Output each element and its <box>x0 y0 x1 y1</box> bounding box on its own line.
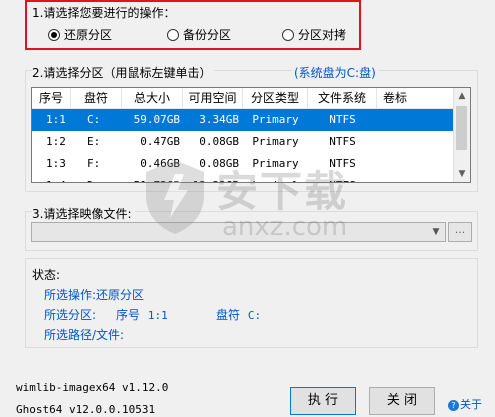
cell-total: 0.47GB <box>140 135 180 148</box>
step3-title: 3.请选择映像文件: <box>32 205 135 222</box>
cell-drive: E: <box>87 135 101 148</box>
cell-fs: NTFS <box>329 113 356 126</box>
status-path-label: 所选路径/文件: <box>44 328 125 342</box>
cell-type: Primary <box>252 135 299 148</box>
help-icon: ? <box>448 400 459 411</box>
status-drive-label: 盘符 <box>216 308 241 322</box>
step1-title: 1.请选择您要进行的操作： <box>32 6 176 20</box>
scroll-thumb[interactable] <box>456 106 467 150</box>
cell-type: Primary <box>252 157 299 170</box>
status-drive-value: C: <box>247 309 262 322</box>
status-index: 序号 1:1 <box>116 306 168 323</box>
table-vertical-scrollbar[interactable]: ▲ ▼ <box>453 88 470 182</box>
about-link-label: 关于 <box>460 398 482 411</box>
cell-type: Primary <box>252 113 299 126</box>
status-operation-value: 还原分区 <box>96 288 145 302</box>
status-index-value: 1:1 <box>147 309 168 322</box>
cell-total: 51.72GB <box>122 175 180 182</box>
status-title: 状态: <box>32 268 61 282</box>
column-header-total-size[interactable]: 总大小 <box>122 88 183 108</box>
scroll-up-arrow-icon[interactable]: ▲ <box>454 88 470 104</box>
browse-button[interactable]: ... <box>448 222 472 242</box>
table-header: 序号 盘符 总大小 可用空间 分区类型 文件系统 卷标 <box>32 88 456 109</box>
status-index-label: 序号 <box>116 308 141 322</box>
status-partition-label: 所选分区: <box>44 308 97 322</box>
cell-drive: F: <box>87 157 101 170</box>
cell-total: 0.46GB <box>140 157 180 170</box>
radio-label: 分区对拷 <box>298 28 347 42</box>
column-header-drive[interactable]: 盘符 <box>71 88 122 108</box>
radio-partition-copy[interactable]: 分区对拷 <box>282 26 346 43</box>
column-header-index[interactable]: 序号 <box>32 88 71 108</box>
step2-title: 2.请选择分区（用鼠标左键单击） <box>32 64 215 81</box>
execute-button[interactable]: 执 行 <box>290 387 356 415</box>
radio-indicator <box>282 28 294 41</box>
radio-label: 备份分区 <box>183 28 232 42</box>
cell-free: 0.08GB <box>199 135 239 148</box>
wimlib-version: wimlib-imagex64 v1.12.0 <box>16 381 169 394</box>
chevron-down-icon[interactable]: ▼ <box>427 223 445 241</box>
status-operation: 所选操作:还原分区 <box>44 286 144 303</box>
radio-label: 还原分区 <box>64 28 113 42</box>
cell-drive: D: <box>87 175 100 182</box>
radio-indicator <box>167 28 179 41</box>
cell-type: Logical <box>243 175 308 182</box>
image-file-combobox[interactable]: ▼ <box>31 222 446 242</box>
cell-fs: NTFS <box>329 157 356 170</box>
table-row[interactable]: 1:3 F: 0.46GB 0.08GB Primary NTFS <box>32 153 456 175</box>
close-button[interactable]: 关 闭 <box>369 387 435 415</box>
column-header-partition-type[interactable]: 分区类型 <box>243 88 308 108</box>
table-row[interactable]: 1:4 D: 51.72GB 13.32GB Logical NTFS <box>32 175 456 182</box>
about-link[interactable]: ? 关于 <box>448 396 482 412</box>
column-header-file-system[interactable]: 文件系统 <box>308 88 377 108</box>
cell-drive: C: <box>87 113 101 126</box>
status-drive: 盘符 C: <box>216 306 261 323</box>
system-disk-note: (系统盘为C:盘) <box>292 64 378 81</box>
cell-total: 59.07GB <box>133 113 180 126</box>
cell-fs: NTFS <box>308 175 377 182</box>
cell-index: 1:3 <box>46 157 66 170</box>
radio-restore-partition[interactable]: 还原分区 <box>48 26 112 43</box>
cell-free: 0.08GB <box>199 157 239 170</box>
partition-table: 序号 盘符 总大小 可用空间 分区类型 文件系统 卷标 1:1 C: 59.07… <box>31 87 471 183</box>
cell-index: 1:1 <box>46 113 66 126</box>
cell-index: 1:2 <box>46 135 66 148</box>
status-operation-label: 所选操作: <box>44 288 97 302</box>
cell-free: 3.34GB <box>199 113 239 126</box>
radio-backup-partition[interactable]: 备份分区 <box>167 26 231 43</box>
cell-free: 13.32GB <box>183 175 239 182</box>
table-row[interactable]: 1:1 C: 59.07GB 3.34GB Primary NTFS <box>32 109 456 131</box>
column-header-volume-label[interactable]: 卷标 <box>377 88 456 108</box>
cell-fs: NTFS <box>329 135 356 148</box>
radio-indicator <box>48 28 60 41</box>
table-row[interactable]: 1:2 E: 0.47GB 0.08GB Primary NTFS <box>32 131 456 153</box>
cell-index: 1:4 <box>46 175 66 182</box>
ghost-version: Ghost64 v12.0.0.10531 <box>16 403 156 416</box>
scroll-down-arrow-icon[interactable]: ▼ <box>454 166 470 182</box>
column-header-free-space[interactable]: 可用空间 <box>183 88 243 108</box>
